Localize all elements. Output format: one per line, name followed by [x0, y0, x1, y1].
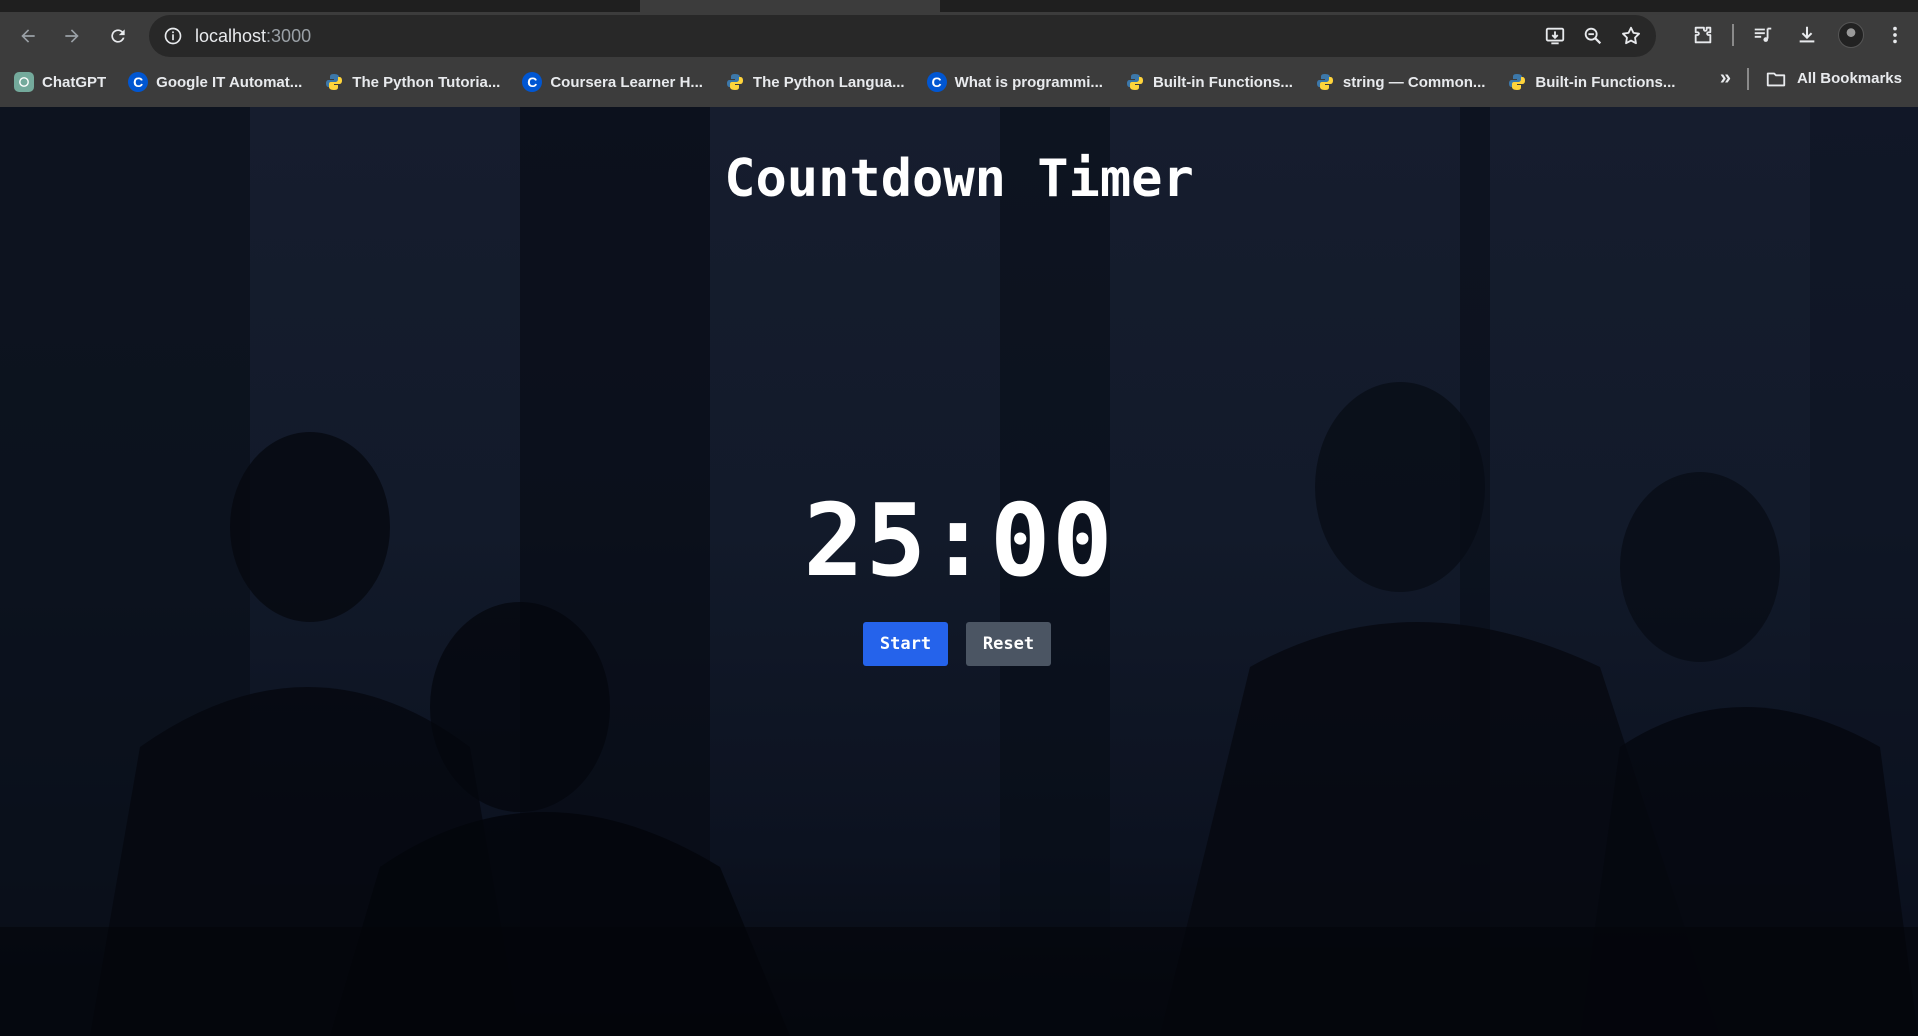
- address-bar[interactable]: localhost:3000: [149, 15, 1656, 57]
- bookmarks-bar: ChatGPT C Google IT Automat... The Pytho…: [0, 62, 1918, 102]
- bookmark-python-language[interactable]: The Python Langua...: [725, 67, 905, 97]
- bookmark-label: The Python Langua...: [752, 73, 905, 91]
- python-icon: [725, 72, 745, 92]
- start-button[interactable]: Start: [863, 622, 948, 666]
- avatar: [1838, 22, 1864, 48]
- tab-strip: [0, 0, 1918, 12]
- url-port: :3000: [266, 26, 312, 46]
- bookmark-label: string — Common...: [1342, 73, 1486, 91]
- bookmarks-separator: [1746, 67, 1749, 90]
- chatgpt-icon: [14, 72, 34, 92]
- install-icon: [1545, 27, 1565, 45]
- python-icon: [1125, 72, 1145, 92]
- python-icon: [1507, 72, 1527, 92]
- bookmark-built-in-functions-2[interactable]: Built-in Functions...: [1507, 67, 1675, 97]
- bookmark-coursera-learner[interactable]: C Coursera Learner H...: [522, 67, 703, 97]
- zoom-icon: [1584, 27, 1602, 45]
- star-icon: [1622, 26, 1640, 45]
- profile-button[interactable]: [1836, 18, 1866, 52]
- url-host: localhost: [195, 26, 267, 46]
- bookmarks-overflow-button[interactable]: »: [1720, 67, 1731, 90]
- url-text[interactable]: localhost:3000: [195, 26, 311, 47]
- downloads-button[interactable]: [1792, 18, 1822, 52]
- browser-chrome: localhost:3000 ChatGPT C Google IT Autom…: [0, 0, 1918, 107]
- countdown-page: Countdown Timer 25:00 Start Reset: [0, 107, 1918, 1036]
- media-controls-button[interactable]: [1748, 18, 1778, 52]
- bookmark-chatgpt[interactable]: ChatGPT: [14, 67, 106, 97]
- extensions-button[interactable]: [1688, 18, 1718, 52]
- coursera-icon: C: [522, 72, 543, 92]
- arrow-right-icon: [65, 29, 79, 43]
- reload-button[interactable]: [100, 18, 136, 54]
- all-bookmarks-button[interactable]: All Bookmarks: [1765, 68, 1902, 90]
- coursera-icon: C: [128, 72, 149, 92]
- back-button[interactable]: [10, 18, 46, 54]
- reload-icon: [111, 29, 125, 43]
- all-bookmarks-label: All Bookmarks: [1796, 70, 1902, 87]
- bookmark-label: ChatGPT: [42, 73, 107, 91]
- arrow-left-icon: [21, 29, 35, 43]
- puzzle-icon: [1694, 26, 1712, 44]
- page-title: Countdown Timer: [724, 149, 1194, 209]
- python-icon: [324, 72, 344, 92]
- timer-controls: Start Reset: [0, 622, 1918, 666]
- menu-button[interactable]: [1880, 18, 1910, 52]
- bookmark-label: Google IT Automat...: [156, 73, 303, 91]
- coursera-icon: C: [926, 72, 947, 92]
- download-icon: [1799, 26, 1815, 43]
- bookmark-python-tutorial[interactable]: The Python Tutoria...: [324, 67, 500, 97]
- forward-button[interactable]: [54, 18, 90, 54]
- timer-display: 25:00: [803, 482, 1115, 599]
- site-info-icon[interactable]: [163, 26, 183, 46]
- bookmark-what-is-programming[interactable]: C What is programmi...: [926, 67, 1103, 97]
- install-app-button[interactable]: [1542, 23, 1568, 49]
- toolbar-separator: [1732, 24, 1734, 46]
- kebab-menu-icon: [1893, 26, 1897, 44]
- bookmark-label: What is programmi...: [954, 73, 1103, 91]
- bookmark-label: Coursera Learner H...: [550, 73, 703, 91]
- zoom-button[interactable]: [1580, 23, 1606, 49]
- active-tab[interactable]: [640, 0, 940, 12]
- reset-button[interactable]: Reset: [966, 622, 1051, 666]
- bookmark-label: Built-in Functions...: [1152, 73, 1293, 91]
- bookmark-google-it[interactable]: C Google IT Automat...: [128, 67, 302, 97]
- media-queue-icon: [1754, 27, 1772, 42]
- bookmark-built-in-functions[interactable]: Built-in Functions...: [1125, 67, 1293, 97]
- bookmark-star-button[interactable]: [1618, 23, 1644, 49]
- bookmark-string-common[interactable]: string — Common...: [1315, 67, 1486, 97]
- bookmark-label: The Python Tutoria...: [352, 73, 501, 91]
- folder-icon: [1766, 72, 1786, 86]
- bookmark-label: Built-in Functions...: [1535, 73, 1676, 91]
- python-icon: [1315, 72, 1335, 92]
- browser-toolbar: localhost:3000: [0, 12, 1918, 60]
